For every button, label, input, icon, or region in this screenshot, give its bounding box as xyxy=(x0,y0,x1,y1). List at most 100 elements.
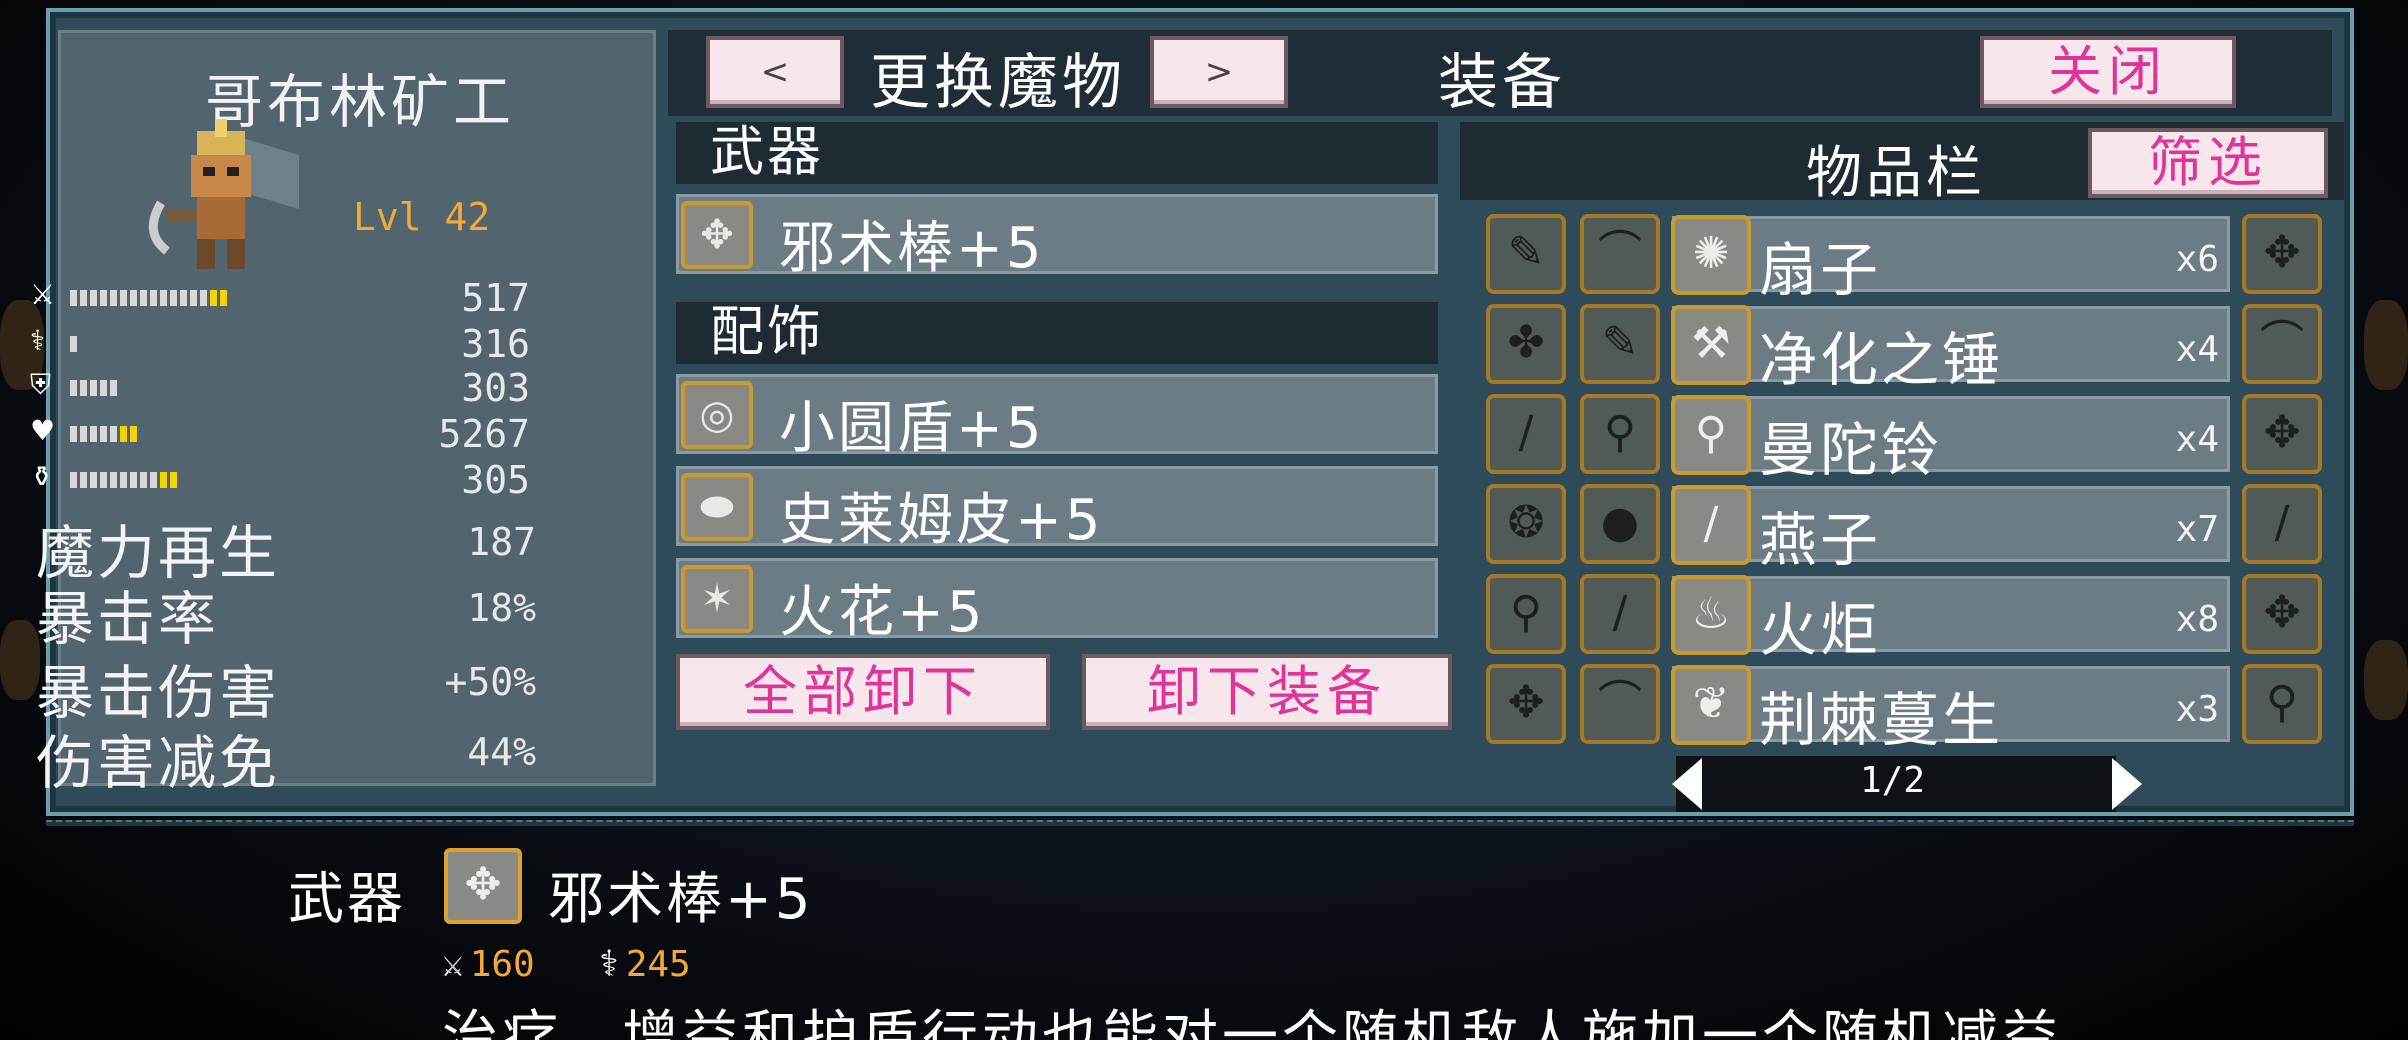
inventory-item[interactable]: ♨ 火炬 x8 xyxy=(1671,575,2230,664)
unequip-all-button[interactable]: 全部卸下 xyxy=(676,654,1050,730)
spark-icon: ✶ xyxy=(681,565,753,633)
inventory-item-name: 曼陀铃 xyxy=(1759,416,1943,484)
inventory-item[interactable]: ⚲ 曼陀铃 x4 xyxy=(1671,395,2230,484)
stat-pip xyxy=(200,290,207,306)
attribute-row: 暴击率 18% xyxy=(36,572,536,653)
inventory-item-qty: x6 xyxy=(2175,239,2219,280)
stat-pip xyxy=(160,290,167,306)
inventory-slot[interactable]: ∕ xyxy=(1580,574,1660,654)
inventory-slot[interactable]: ∕ xyxy=(2242,484,2322,564)
inventory-slot[interactable]: ● xyxy=(1580,484,1660,564)
inventory-slot[interactable]: ⚲ xyxy=(1486,574,1566,654)
background-rock xyxy=(2364,300,2408,390)
inventory-title: 物品栏 xyxy=(1806,141,1986,206)
stat-pip xyxy=(80,290,87,306)
stat-value: 517 xyxy=(461,276,530,320)
stat-pip xyxy=(120,290,127,306)
stat-row: ⚱ 305 xyxy=(30,458,530,502)
inventory-slot[interactable]: ✥ xyxy=(2242,214,2322,294)
stat-pip xyxy=(70,290,77,306)
unequip-button[interactable]: 卸下装备 xyxy=(1082,654,1452,730)
inventory-slot[interactable]: ❂ xyxy=(1486,484,1566,564)
inventory-item[interactable]: ✺ 扇子 x6 xyxy=(1671,215,2230,304)
swallow-icon: ∕ xyxy=(1671,485,1751,565)
attribute-value: +50% xyxy=(444,660,536,704)
attribute-label: 伤害减免 xyxy=(36,729,281,797)
goblin-miner-icon xyxy=(148,119,299,269)
sword-icon: ⚔ xyxy=(442,944,464,985)
potion-icon: ⚱ xyxy=(30,460,54,493)
inventory-slot[interactable]: ⚲ xyxy=(1580,394,1660,474)
accessory-slot-2[interactable]: ⬬ 史莱姆皮+5 xyxy=(676,466,1438,553)
inventory-item-name: 火炬 xyxy=(1759,596,1882,664)
stat-bar xyxy=(70,472,177,488)
stat-value: 303 xyxy=(461,366,530,410)
inventory-item[interactable]: ∕ 燕子 x7 xyxy=(1671,485,2230,574)
stat-bar xyxy=(70,380,117,396)
prev-monster-button[interactable]: < xyxy=(706,36,844,108)
stat-pip xyxy=(110,290,117,306)
stat-pip-bonus xyxy=(220,290,227,306)
stat-pip xyxy=(190,290,197,306)
attribute-row: 暴击伤害 +50% xyxy=(36,646,536,727)
stat-bar xyxy=(70,336,77,352)
detail-attack-value: 160 xyxy=(469,944,535,985)
attribute-row: 伤害减免 44% xyxy=(36,716,536,797)
inventory-item-qty: x4 xyxy=(2175,419,2219,460)
close-button[interactable]: 关闭 xyxy=(1980,36,2236,108)
fan-icon: ✺ xyxy=(1671,215,1751,295)
inventory-item-qty: x4 xyxy=(2175,329,2219,370)
filter-button[interactable]: 筛选 xyxy=(2088,128,2328,198)
inventory-item[interactable]: ⚒ 净化之锤 x4 xyxy=(1671,305,2230,394)
torch-icon: ♨ xyxy=(1671,575,1751,655)
stat-pip xyxy=(150,290,157,306)
inventory-item-name: 燕子 xyxy=(1759,506,1882,574)
inventory-slot[interactable]: ⌒ xyxy=(1580,664,1660,744)
prev-page-icon[interactable] xyxy=(1672,758,1702,810)
detail-attack-stat: ⚔ 160 xyxy=(442,944,535,985)
inventory-slot[interactable]: ∕ xyxy=(1486,394,1566,474)
stat-pip xyxy=(80,380,87,396)
inventory-item[interactable]: ❦ 荆棘蔓生 x3 xyxy=(1671,665,2230,754)
accessory-slot-1[interactable]: ◎ 小圆盾+5 xyxy=(676,374,1438,461)
inventory-slot[interactable]: ✥ xyxy=(2242,394,2322,474)
next-monster-button[interactable]: > xyxy=(1150,36,1288,108)
background-rock xyxy=(0,620,40,700)
stat-pip xyxy=(110,380,117,396)
inventory-slot[interactable]: ✤ xyxy=(1486,304,1566,384)
inventory-item-name: 净化之锤 xyxy=(1759,326,2004,394)
sword-icon: ⚔ xyxy=(30,278,56,311)
inventory-slot[interactable]: ✎ xyxy=(1580,304,1660,384)
inventory-slot[interactable]: ⚲ xyxy=(2242,664,2322,744)
attribute-label: 暴击率 xyxy=(36,585,220,653)
stat-value: 5267 xyxy=(438,412,530,456)
stat-pip xyxy=(140,472,147,488)
detail-magic-value: 245 xyxy=(625,944,691,985)
page-title: 装备 xyxy=(1438,48,1566,118)
stat-pip xyxy=(120,472,127,488)
stat-pip-bonus xyxy=(130,426,137,442)
round-shield-icon: ◎ xyxy=(681,381,753,449)
inventory-item-qty: x8 xyxy=(2175,599,2219,640)
cursed-staff-icon: ✥ xyxy=(681,201,753,269)
window-divider xyxy=(46,820,2354,826)
stat-pip xyxy=(70,336,77,352)
inventory-slot[interactable]: ⌒ xyxy=(2242,304,2322,384)
attribute-value: 44% xyxy=(467,730,536,774)
stat-pip xyxy=(100,472,107,488)
inventory-slot[interactable]: ✥ xyxy=(2242,574,2322,654)
inventory-slot[interactable]: ✥ xyxy=(1486,664,1566,744)
detail-magic-stat: ⚕ 245 xyxy=(598,944,691,985)
weapon-slot[interactable]: ✥ 邪术棒+5 xyxy=(676,194,1438,281)
stat-pip xyxy=(180,290,187,306)
stat-pip xyxy=(90,426,97,442)
hammer-icon: ⚒ xyxy=(1671,305,1751,385)
next-page-icon[interactable] xyxy=(2112,758,2142,810)
accessory-slot-3[interactable]: ✶ 火花+5 xyxy=(676,558,1438,645)
inventory-slot[interactable]: ✎ xyxy=(1486,214,1566,294)
inventory-item-name: 荆棘蔓生 xyxy=(1759,686,2004,754)
stat-pip xyxy=(100,290,107,306)
stat-pip-bonus xyxy=(170,472,177,488)
inventory-slot[interactable]: ⌒ xyxy=(1580,214,1660,294)
shield-icon: ⛨ xyxy=(30,368,52,401)
